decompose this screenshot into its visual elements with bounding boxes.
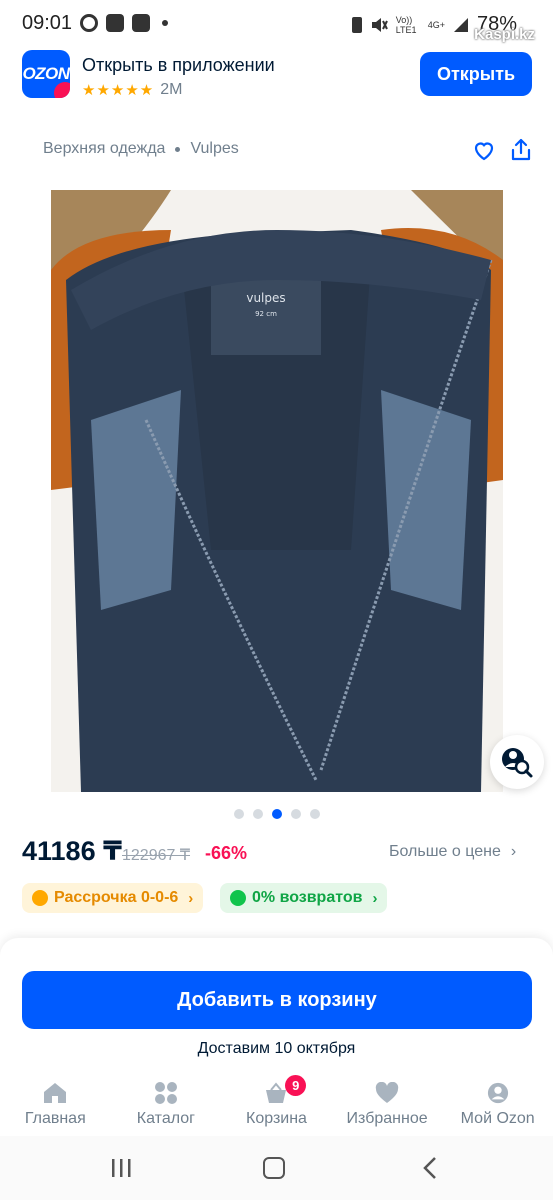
current-price: 41186 ₸ — [22, 836, 122, 866]
tab-label: Избранное — [346, 1110, 428, 1127]
price-details-label: Больше о цене — [389, 843, 501, 860]
favorite-heart-icon[interactable] — [472, 138, 496, 162]
old-price: 122967 ₸ — [122, 847, 191, 864]
installment-chip[interactable]: Рассрочка 0-0-6 › — [22, 883, 204, 913]
tab-label: Корзина — [246, 1110, 307, 1127]
stars-icon: ★★★★★ — [82, 82, 155, 99]
mute-icon — [371, 17, 388, 32]
open-app-button[interactable]: Открыть — [420, 52, 532, 96]
breadcrumb-brand[interactable]: Vulpes — [190, 140, 238, 158]
android-nav-bar — [0, 1136, 553, 1200]
gallery-dot[interactable] — [272, 809, 282, 819]
discount-badge: -66% — [205, 843, 248, 863]
ozon-logo: OZON — [22, 50, 70, 98]
status-time: 09:01 — [22, 12, 73, 34]
rating-count: 2M — [160, 81, 183, 98]
gallery-icon — [106, 14, 124, 32]
returns-icon — [230, 890, 246, 906]
back-icon[interactable] — [422, 1156, 438, 1180]
bottom-tabbar: Главная Каталог Корзина 9 Избранное Мой … — [0, 1070, 553, 1136]
banner-title: Открыть в приложении — [82, 55, 275, 75]
profile-icon — [487, 1082, 508, 1104]
gallery-pagination — [234, 809, 320, 819]
price-details-link[interactable]: Больше о цене › — [389, 843, 516, 861]
gallery-dot[interactable] — [234, 809, 244, 819]
chevron-right-icon: › — [510, 843, 517, 860]
image-search-icon — [502, 748, 533, 778]
label-brand: vulpes — [246, 291, 285, 305]
returns-chip[interactable]: 0% возвратов › — [220, 883, 388, 913]
tab-label: Каталог — [136, 1110, 195, 1127]
gallery-dot[interactable] — [310, 809, 320, 819]
tab-cart[interactable]: Корзина 9 — [221, 1070, 332, 1136]
signal-icon — [453, 17, 468, 32]
heart-icon — [375, 1082, 399, 1103]
status-bar: 09:01 Vo)) LTE1 4G+ 78% Kaspi.kz — [0, 0, 553, 46]
home-icon — [44, 1083, 67, 1103]
breadcrumb-separator — [175, 146, 181, 152]
chevron-right-icon: › — [372, 889, 378, 907]
installment-label: Рассрочка 0-0-6 — [54, 889, 179, 906]
tab-favorites[interactable]: Избранное — [332, 1070, 443, 1136]
delivery-date: Доставим 10 октября — [197, 1040, 356, 1057]
watermark: Kaspi.kz — [474, 26, 535, 43]
tab-home[interactable]: Главная — [0, 1070, 111, 1136]
net-type-label: 4G+ — [427, 19, 445, 30]
recents-icon[interactable] — [110, 1158, 132, 1178]
breadcrumb-category[interactable]: Верхняя одежда — [43, 140, 165, 158]
returns-label: 0% возвратов — [252, 889, 363, 906]
breadcrumb: Верхняя одежда Vulpes — [43, 140, 239, 158]
tab-label: Главная — [24, 1110, 86, 1127]
jacket-illustration: vulpes 92 cm — [51, 190, 503, 792]
tab-catalog[interactable]: Каталог — [111, 1070, 222, 1136]
network-label: Vo)) LTE1 — [395, 14, 417, 35]
checkbox-icon — [132, 14, 150, 32]
installment-icon — [32, 890, 48, 906]
more-dot-icon — [162, 20, 168, 26]
home-nav-icon[interactable] — [263, 1157, 285, 1179]
add-to-cart-button[interactable]: Добавить в корзину — [22, 971, 532, 1029]
app-banner: OZON Открыть в приложении ★★★★★ 2M Откры… — [0, 46, 553, 108]
product-image[interactable]: vulpes 92 cm — [51, 190, 503, 792]
gallery-dot[interactable] — [291, 809, 301, 819]
sync-icon — [80, 14, 98, 32]
cart-count-badge: 9 — [285, 1075, 307, 1096]
share-icon[interactable] — [510, 138, 532, 162]
alarm-icon — [351, 16, 362, 33]
catalog-icon — [154, 1082, 177, 1104]
tab-profile[interactable]: Мой Ozon — [442, 1070, 553, 1136]
notification-icons — [80, 14, 168, 32]
tab-label: Мой Ozon — [460, 1110, 535, 1127]
label-size: 92 cm — [255, 310, 277, 318]
gallery-dot[interactable] — [253, 809, 263, 819]
image-search-button[interactable] — [490, 735, 544, 789]
banner-rating: ★★★★★ 2M — [82, 81, 182, 99]
chevron-right-icon: › — [188, 889, 194, 907]
ozon-logo-text: OZON — [22, 64, 70, 83]
